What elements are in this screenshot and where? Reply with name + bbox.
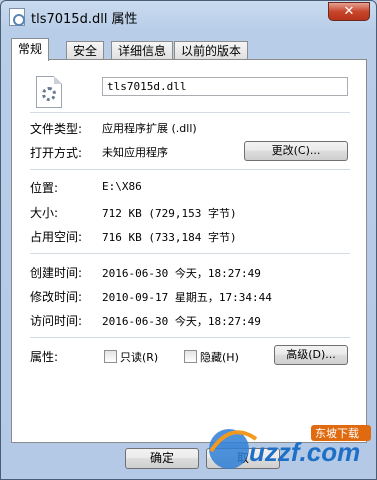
size-value: 712 KB (729,153 字节) <box>102 207 237 220</box>
divider <box>30 112 350 113</box>
tab-previous-versions[interactable]: 以前的版本 <box>174 41 249 60</box>
hidden-label[interactable]: 隐藏(H) <box>200 349 239 365</box>
general-panel: tls7015d.dll 文件类型: 应用程序扩展 (.dll) 打开方式: 未… <box>11 59 367 443</box>
size-label: 大小: <box>30 206 59 220</box>
ok-button[interactable]: 确定 <box>125 448 199 469</box>
advanced-button[interactable]: 高级(D)... <box>274 345 348 365</box>
file-type-label: 文件类型: <box>30 122 83 136</box>
gear-icon <box>42 87 56 101</box>
created-label: 创建时间: <box>30 266 83 280</box>
readonly-checkbox[interactable] <box>104 350 117 363</box>
size-on-disk-label: 占用空间: <box>30 230 83 244</box>
uzzf-watermark: uzzf.com 东坡下载 <box>209 425 371 469</box>
created-value: 2016-06-30 今天，18:27:49 <box>102 267 261 280</box>
properties-window: tls7015d.dll 属性 ✕ 常规 安全 详细信息 以前的版本 tls70… <box>0 0 377 480</box>
watermark-text: uzzf.com <box>249 437 360 467</box>
size-on-disk-value: 716 KB (733,184 字节) <box>102 231 237 244</box>
close-button[interactable]: ✕ <box>328 2 370 21</box>
divider <box>30 253 350 254</box>
divider <box>30 169 350 170</box>
modified-label: 修改时间: <box>30 290 83 304</box>
tab-details[interactable]: 详细信息 <box>111 41 174 60</box>
change-button[interactable]: 更改(C)... <box>244 141 348 161</box>
watermark-badge: 东坡下载 <box>315 427 359 440</box>
divider <box>30 337 350 338</box>
location-label: 位置: <box>30 181 59 195</box>
window-title: tls7015d.dll 属性 <box>31 12 138 27</box>
accessed-value: 2016-06-30 今天，18:27:49 <box>102 315 261 328</box>
hidden-checkbox[interactable] <box>184 350 197 363</box>
location-value: E:\X86 <box>102 180 142 193</box>
filename-input[interactable]: tls7015d.dll <box>102 77 348 96</box>
tab-general[interactable]: 常规 <box>11 38 50 61</box>
file-type-icon <box>36 76 62 108</box>
title-bar[interactable]: tls7015d.dll 属性 ✕ <box>1 1 376 31</box>
open-with-label: 打开方式: <box>30 146 83 160</box>
tab-security[interactable]: 安全 <box>66 41 105 60</box>
readonly-label[interactable]: 只读(R) <box>120 349 158 365</box>
modified-value: 2010-09-17 星期五，17:34:44 <box>102 291 272 304</box>
open-with-value: 未知应用程序 <box>102 146 168 159</box>
dll-file-icon <box>9 8 25 26</box>
accessed-label: 访问时间: <box>30 314 83 328</box>
attributes-label: 属性: <box>30 350 59 364</box>
file-type-value: 应用程序扩展 (.dll) <box>102 122 197 135</box>
